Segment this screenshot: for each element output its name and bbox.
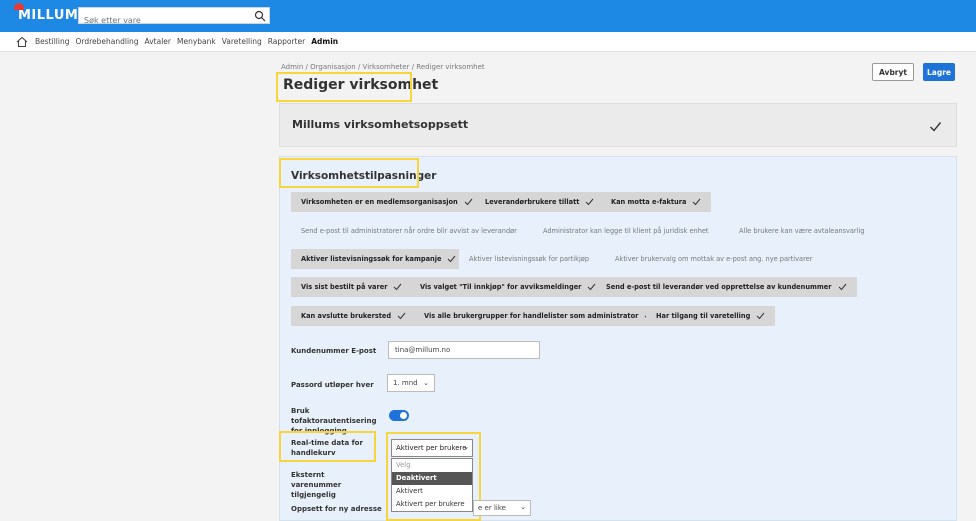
chip-label: Send e-post til administratorer når ordr… xyxy=(301,227,517,235)
chip-supplier-users[interactable]: Leverandørbrukere tillatt xyxy=(475,192,605,212)
home-icon[interactable] xyxy=(16,36,28,48)
nav-bestilling[interactable]: Bestilling xyxy=(35,37,69,46)
search-box xyxy=(78,7,270,28)
highlight-realtime-select xyxy=(386,432,481,521)
setup-section[interactable]: Millums virksomhetsoppsett xyxy=(279,103,957,147)
check-icon xyxy=(464,198,473,206)
chip-last-ordered[interactable]: Vis sist bestilt på varer xyxy=(291,277,413,297)
address-setup-label: Oppsett for ny adresse xyxy=(291,505,382,513)
check-icon xyxy=(756,312,765,320)
chip-e-invoice[interactable]: Kan motta e-faktura xyxy=(601,192,712,212)
millum-logo[interactable]: MILLUM xyxy=(14,3,79,23)
chip-member-org[interactable]: Virksomheten er en medlemsorganisasjon xyxy=(291,192,483,212)
search-input[interactable] xyxy=(79,13,249,28)
email-label: Kundenummer E-post xyxy=(291,347,377,355)
chip-label: Kan avslutte brukersted xyxy=(301,312,392,320)
chip-email-admins[interactable]: Send e-post til administratorer når ordr… xyxy=(291,221,527,241)
email-field[interactable]: tina@millum.no xyxy=(388,341,540,359)
external-number-label: Eksternt varenummer tilgjengelig xyxy=(291,471,342,499)
main-nav: Bestilling Ordrebehandling Avtaler Menyb… xyxy=(0,32,976,52)
check-icon xyxy=(693,198,701,206)
cancel-button[interactable]: Avbryt xyxy=(872,63,914,81)
chip-label: Leverandørbrukere tillatt xyxy=(485,198,580,206)
chip-label: Vis sist bestilt på varer xyxy=(301,283,388,291)
top-bar: MILLUM xyxy=(0,0,976,32)
chip-admin-add-client[interactable]: Administrator kan legge til klient på ju… xyxy=(533,221,719,241)
check-icon xyxy=(394,283,402,291)
highlight-customizations xyxy=(279,158,419,188)
chip-user-email-choice[interactable]: Aktiver brukervalg om mottak av e-post a… xyxy=(605,249,823,269)
check-icon xyxy=(586,198,594,206)
chip-label: Send e-post til leverandør ved opprettel… xyxy=(606,283,832,291)
chip-email-supplier[interactable]: Send e-post til leverandør ved opprettel… xyxy=(596,277,857,297)
setup-section-title: Millums virksomhetsoppsett xyxy=(292,118,469,131)
chip-list-campaign[interactable]: Aktiver listevisningssøk for kampanje xyxy=(291,249,467,269)
chip-label: Har tilgang til varetelling xyxy=(656,312,751,320)
address-setup-select[interactable]: e er like ⌄ xyxy=(473,500,531,516)
nav-menybank[interactable]: Menybank xyxy=(177,37,216,46)
check-icon xyxy=(397,312,406,320)
chevron-down-icon: ⌄ xyxy=(520,503,526,511)
chip-label: Vis valget "Til innkjøp" for avviksmeldi… xyxy=(420,283,582,291)
password-expiry-select[interactable]: 1. mnd ⌄ xyxy=(387,374,435,392)
check-icon xyxy=(448,255,456,263)
chip-label: Vis alle brukergrupper for handlelister … xyxy=(424,312,639,320)
highlight-realtime-label xyxy=(279,431,376,462)
nav-ordrebehandling[interactable]: Ordrebehandling xyxy=(75,37,138,46)
chip-label: Alle brukere kan være avtaleansvarlig xyxy=(739,227,865,235)
twofactor-toggle[interactable] xyxy=(389,410,409,421)
logo-text: MILLUM xyxy=(18,8,79,23)
chip-list-party[interactable]: Aktiver listevisningssøk for partikjøp xyxy=(459,249,600,269)
password-expiry-value: 1. mnd xyxy=(393,379,418,387)
santa-hat-icon xyxy=(14,3,24,10)
chip-stocktaking[interactable]: Har tilgang til varetelling xyxy=(646,306,776,326)
chip-all-user-groups[interactable]: Vis alle brukergrupper for handlelister … xyxy=(414,306,664,326)
chip-label: Virksomheten er en medlemsorganisasjon xyxy=(301,198,458,206)
search-icon[interactable] xyxy=(254,10,266,22)
highlight-title xyxy=(276,72,412,102)
address-setup-value: e er like xyxy=(478,504,506,512)
chip-label: Kan motta e-faktura xyxy=(611,198,687,206)
chip-label: Administrator kan legge til klient på ju… xyxy=(543,227,709,235)
password-expiry-label: Passord utløper hver xyxy=(291,381,374,389)
chip-to-purchase[interactable]: Vis valget "Til innkjøp" for avviksmeldi… xyxy=(410,277,607,297)
breadcrumb[interactable]: Admin / Organisasjon / Virksomheter / Re… xyxy=(281,63,485,71)
nav-rapporter[interactable]: Rapporter xyxy=(268,37,305,46)
check-icon xyxy=(930,122,942,132)
chip-label: Aktiver listevisningssøk for partikjøp xyxy=(469,255,590,263)
chip-close-location[interactable]: Kan avslutte brukersted xyxy=(291,306,417,326)
save-button[interactable]: Lagre xyxy=(923,63,955,81)
chevron-down-icon: ⌄ xyxy=(423,379,429,387)
nav-varetelling[interactable]: Varetelling xyxy=(222,37,262,46)
chip-label: Aktiver brukervalg om mottak av e-post a… xyxy=(615,255,813,263)
chip-label: Aktiver listevisningssøk for kampanje xyxy=(301,255,442,263)
nav-admin[interactable]: Admin xyxy=(311,37,338,46)
chip-all-users-responsible[interactable]: Alle brukere kan være avtaleansvarlig xyxy=(729,221,875,241)
nav-avtaler[interactable]: Avtaler xyxy=(145,37,171,46)
check-icon xyxy=(838,283,846,291)
